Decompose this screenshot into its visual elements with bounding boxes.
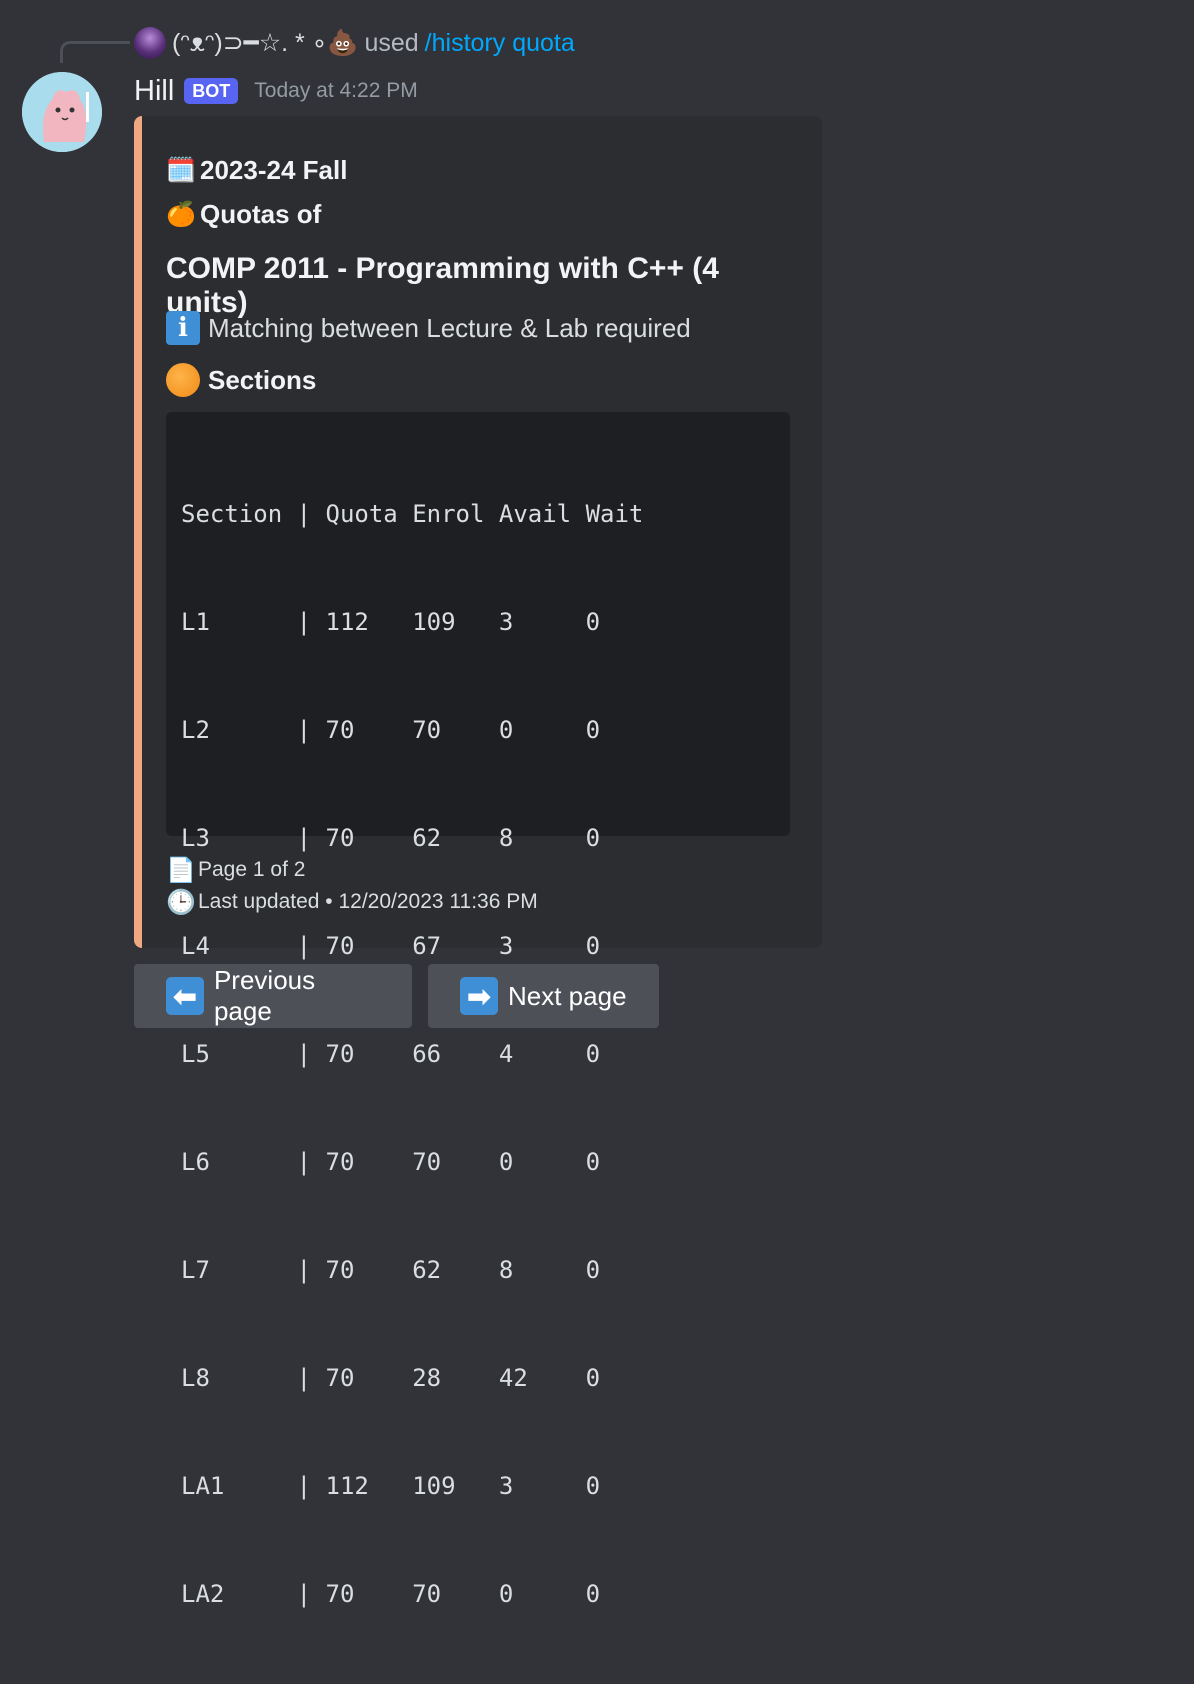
table-header: Section | Quota Enrol Avail Wait	[181, 500, 644, 528]
course-title: COMP 2011 - Programming with C++ (4 unit…	[166, 252, 719, 319]
previous-page-button[interactable]: ⬅ Previous page	[134, 964, 412, 1028]
page-line: 📄 Page 1 of 2	[166, 854, 538, 886]
command-user-avatar[interactable]	[134, 27, 166, 59]
page-icon: 📄	[166, 856, 196, 884]
table-row: L3 | 70 62 8 0	[181, 824, 601, 852]
updated-text: Last updated • 12/20/2023 11:36 PM	[198, 890, 538, 913]
page-text: Page 1 of 2	[198, 858, 306, 881]
used-text: used	[364, 28, 419, 57]
command-user-name[interactable]: (ᵔᴥᵔ)⊃━☆. * ∘💩	[172, 28, 358, 58]
next-page-button[interactable]: ➡ Next page	[428, 964, 659, 1028]
bot-tag: BOT	[184, 78, 239, 104]
next-page-label: Next page	[508, 980, 627, 1011]
table-row: L6 | 70 70 0 0	[181, 1148, 601, 1176]
embed-footer: 📄 Page 1 of 2 🕒 Last updated • 12/20/202…	[166, 854, 538, 918]
table-row: LA1 | 112 109 3 0	[181, 1472, 601, 1500]
right-arrow-icon: ➡	[460, 977, 498, 1015]
table-row: L7 | 70 62 8 0	[181, 1256, 601, 1284]
quota-embed: 🗓️ 2023-24 Fall 🍊 Quotas of COMP 2011 - …	[134, 116, 822, 1608]
orange-circle-icon	[166, 363, 200, 397]
updated-line: 🕒 Last updated • 12/20/2023 11:36 PM	[166, 886, 538, 918]
info-text: Matching between Lecture & Lab required	[208, 312, 691, 343]
clock-icon: 🕒	[166, 888, 196, 916]
table-row: L5 | 70 66 4 0	[181, 1040, 601, 1068]
sections-label: Sections	[208, 364, 317, 395]
embed-content: 🗓️ 2023-24 Fall 🍊 Quotas of COMP 2011 - …	[166, 152, 798, 400]
table-row: L8 | 70 28 42 0	[181, 1364, 601, 1392]
previous-page-label: Previous page	[213, 965, 316, 1026]
table-row: L4 | 70 67 3 0	[181, 932, 601, 960]
message-header: Hill BOT Today at 4:22 PM	[134, 72, 418, 110]
command-reply-line: (ᵔᴥᵔ)⊃━☆. * ∘💩 used /history quota	[134, 26, 575, 60]
info-icon: i	[166, 311, 200, 345]
calendar-icon: 🗓️	[166, 156, 196, 184]
table-row: LA2 | 70 70 0 0	[181, 1580, 601, 1608]
bot-avatar[interactable]	[22, 72, 102, 152]
quotas-label: Quotas of	[200, 198, 322, 229]
message-timestamp[interactable]: Today at 4:22 PM	[254, 79, 417, 103]
sections-code-block: Section | Quota Enrol Avail Wait L1 | 11…	[166, 412, 790, 1608]
info-line: i Matching between Lecture & Lab require…	[166, 308, 798, 348]
sections-line: Sections	[166, 360, 798, 400]
bot-username[interactable]: Hill	[134, 75, 174, 108]
table-row: L2 | 70 70 0 0	[181, 716, 601, 744]
table-row: L1 | 112 109 3 0	[181, 608, 601, 636]
tangerine-icon: 🍊	[166, 200, 196, 228]
quotas-line: 🍊 Quotas of	[166, 196, 798, 232]
left-arrow-icon: ⬅	[166, 977, 204, 1015]
term-label: 2023-24 Fall	[200, 154, 348, 185]
pagination-buttons: ⬅ Previous page ➡ Next page	[134, 964, 659, 1028]
reply-spine	[60, 41, 130, 63]
command-name[interactable]: /history quota	[425, 29, 575, 58]
term-line: 🗓️ 2023-24 Fall	[166, 152, 798, 188]
